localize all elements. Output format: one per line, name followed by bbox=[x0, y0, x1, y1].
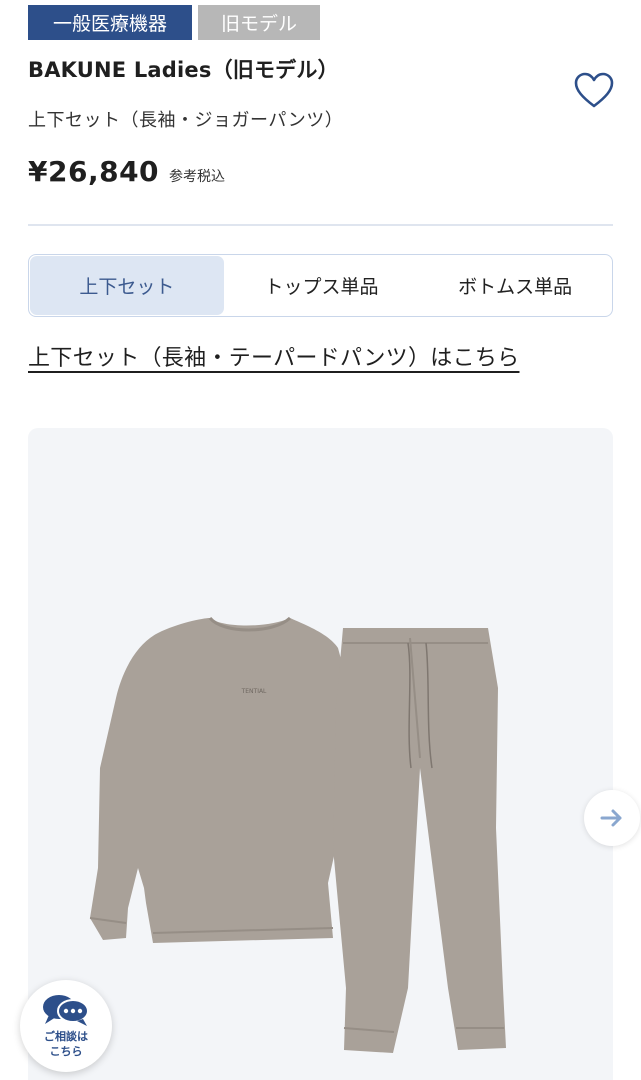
jogger-pants-image bbox=[333, 628, 506, 1053]
svg-text:TENTIAL: TENTIAL bbox=[241, 688, 267, 695]
product-photo: TENTIAL bbox=[89, 616, 506, 1053]
tax-note: 参考税込 bbox=[169, 169, 226, 185]
price-row: ¥26,840 参考税込 bbox=[28, 155, 225, 188]
arrow-right-icon bbox=[600, 809, 622, 827]
price: ¥26,840 bbox=[28, 155, 160, 188]
tab-bottoms[interactable]: ボトムス単品 bbox=[418, 255, 612, 316]
old-model-badge: 旧モデル bbox=[198, 5, 320, 40]
consultation-label: ご相談は こちら bbox=[36, 1029, 96, 1059]
consultation-button[interactable]: ご相談は こちら bbox=[20, 980, 112, 1072]
heart-outline-icon bbox=[574, 72, 614, 108]
badge-group: 一般医療機器 旧モデル bbox=[28, 5, 320, 40]
sweatshirt-image: TENTIAL bbox=[89, 616, 346, 943]
product-title: BAKUNE Ladies（旧モデル） bbox=[28, 58, 339, 82]
product-subtitle: 上下セット（長袖・ジョガーパンツ） bbox=[28, 110, 344, 131]
consultation-label-line2: こちら bbox=[49, 1045, 83, 1058]
favorite-button[interactable] bbox=[574, 72, 614, 110]
medical-device-badge: 一般医療機器 bbox=[28, 5, 192, 40]
consultation-label-line1: ご相談は bbox=[44, 1030, 88, 1043]
alt-product-link[interactable]: 上下セット（長袖・テーパードパンツ）はこちら bbox=[28, 340, 519, 372]
next-image-button[interactable] bbox=[584, 790, 640, 846]
tab-tops[interactable]: トップス単品 bbox=[225, 255, 419, 316]
tab-set[interactable]: 上下セット bbox=[30, 256, 224, 315]
set-type-tabs: 上下セット トップス単品 ボトムス単品 bbox=[28, 254, 613, 317]
divider bbox=[28, 224, 613, 226]
product-image: TENTIAL bbox=[28, 428, 613, 1080]
speech-bubble-icon bbox=[43, 995, 89, 1026]
